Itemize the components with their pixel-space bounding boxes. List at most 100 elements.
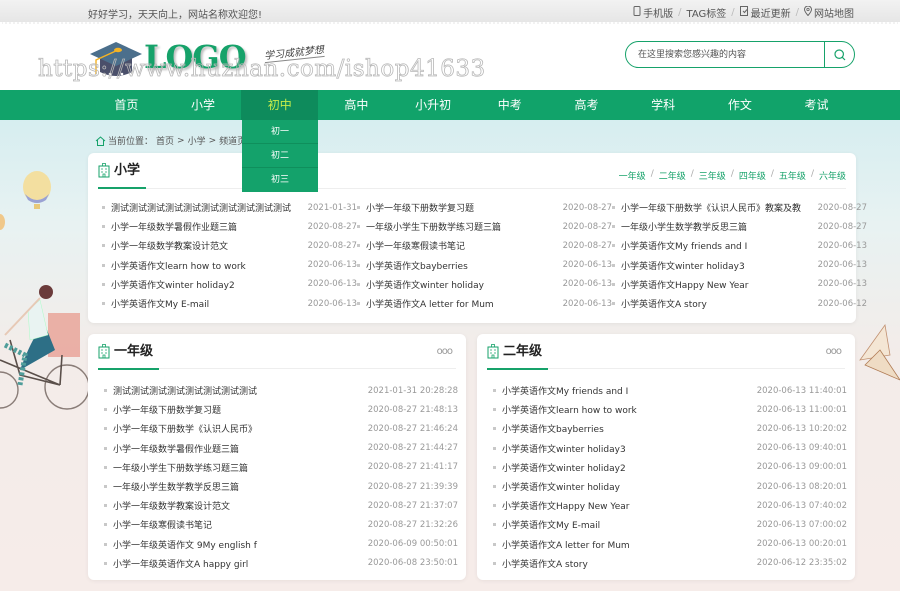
list-item[interactable]: 小学一年级寒假读书笔记 2020-08-27 <box>357 236 612 255</box>
list-item[interactable]: 小学英语作文winter holiday 2020-06-13 <box>357 275 612 294</box>
article-title-link[interactable]: 一年级小学生下册数学练习题三篇 <box>366 220 563 233</box>
article-title-link[interactable]: 小学英语作文Happy New Year <box>502 499 757 512</box>
list-item[interactable]: 小学一年级下册数学复习题 2020-08-27 <box>357 198 612 217</box>
more-icon[interactable]: ooo <box>437 346 453 357</box>
nav-item-gaokao[interactable]: 高考 <box>548 90 625 120</box>
list-item[interactable]: 小学英语作文winter holiday3 2020-06-13 <box>612 256 867 275</box>
article-title-link[interactable]: 小学一年级英语作文 9My english f <box>113 538 368 551</box>
nav-item-senior-high[interactable]: 高中 <box>318 90 395 120</box>
list-item[interactable]: 小学一年级寒假读书笔记 2020-08-27 21:32:26 <box>104 515 458 534</box>
grade-link-5[interactable]: 五年级 <box>779 169 806 182</box>
list-item[interactable]: 小学英语作文Happy New Year 2020-06-13 <box>612 275 867 294</box>
list-item[interactable]: 小学英语作文learn how to work 2020-06-13 11:00:… <box>493 400 847 419</box>
article-title-link[interactable]: 一年级小学生数学教学反思三篇 <box>113 480 368 493</box>
list-item[interactable]: 一年级小学生下册数学练习题三篇 2020-08-27 <box>357 217 612 236</box>
list-item[interactable]: 小学英语作文A story 2020-06-12 <box>612 294 867 313</box>
article-title-link[interactable]: 一年级小学生数学教学反思三篇 <box>621 220 818 233</box>
list-item[interactable]: 测试测试测试测试测试测试测试测试 2021-01-31 20:28:28 <box>104 381 458 400</box>
article-title-link[interactable]: 小学英语作文Happy New Year <box>621 278 818 291</box>
list-item[interactable]: 小学英语作文winter holiday 2020-06-13 08:20:01 <box>493 477 847 496</box>
grade-link-6[interactable]: 六年级 <box>819 169 846 182</box>
list-item[interactable]: 小学一年级数学教案设计范文 2020-08-27 21:37:07 <box>104 496 458 515</box>
article-title-link[interactable]: 小学英语作文learn how to work <box>111 259 308 272</box>
list-item[interactable]: 小学英语作文A story 2020-06-12 23:35:02 <box>493 554 847 573</box>
recent-updates-link[interactable]: 最近更新 <box>751 5 791 20</box>
list-item[interactable]: 测试测试测试测试测试测试测试测试测试测试 2021-01-31 <box>102 198 357 217</box>
list-item[interactable]: 小学一年级英语作文A happy girl 2020-06-08 23:50:01 <box>104 554 458 573</box>
breadcrumb-primary[interactable]: 小学 <box>188 134 206 147</box>
list-item[interactable]: 小学英语作文A letter for Mum 2020-06-13 <box>357 294 612 313</box>
list-item[interactable]: 小学英语作文My friends and I 2020-06-13 11:40:0… <box>493 381 847 400</box>
article-title-link[interactable]: 一年级小学生下册数学练习题三篇 <box>113 461 368 474</box>
list-item[interactable]: 小学英语作文My friends and I 2020-06-13 <box>612 236 867 255</box>
article-title-link[interactable]: 小学英语作文learn how to work <box>502 403 757 416</box>
list-item[interactable]: 小学英语作文My E-mail 2020-06-13 07:00:02 <box>493 515 847 534</box>
list-item[interactable]: 小学英语作文winter holiday3 2020-06-13 09:40:01 <box>493 439 847 458</box>
article-title-link[interactable]: 测试测试测试测试测试测试测试测试测试测试 <box>111 201 308 214</box>
nav-item-zhongkao[interactable]: 中考 <box>471 90 548 120</box>
list-item[interactable]: 小学一年级数学暑假作业题三篇 2020-08-27 21:44:27 <box>104 439 458 458</box>
article-title-link[interactable]: 小学英语作文My E-mail <box>111 297 308 310</box>
article-title-link[interactable]: 小学英语作文bayberries <box>502 422 757 435</box>
article-title-link[interactable]: 小学英语作文A story <box>502 557 757 570</box>
list-item[interactable]: 小学英语作文learn how to work 2020-06-13 <box>102 256 357 275</box>
article-title-link[interactable]: 小学一年级数学暑假作业题三篇 <box>113 442 368 455</box>
article-title-link[interactable]: 小学英语作文winter holiday2 <box>502 461 757 474</box>
article-title-link[interactable]: 小学英语作文winter holiday <box>366 278 563 291</box>
dropdown-item-grade8[interactable]: 初二 <box>242 144 318 168</box>
list-item[interactable]: 小学英语作文My E-mail 2020-06-13 <box>102 294 357 313</box>
nav-item-primary[interactable]: 小学 <box>165 90 242 120</box>
list-item[interactable]: 小学英语作文bayberries 2020-06-13 10:20:02 <box>493 419 847 438</box>
list-item[interactable]: 小学英语作文winter holiday2 2020-06-13 <box>102 275 357 294</box>
article-title-link[interactable]: 小学一年级下册数学《认识人民币》 <box>113 422 368 435</box>
grade-link-3[interactable]: 三年级 <box>699 169 726 182</box>
article-title-link[interactable]: 小学英语作文My friends and I <box>502 384 757 397</box>
list-item[interactable]: 小学一年级下册数学《认识人民币》 2020-08-27 21:46:24 <box>104 419 458 438</box>
list-item[interactable]: 一年级小学生数学教学反思三篇 2020-08-27 <box>612 217 867 236</box>
nav-item-primary-to-junior[interactable]: 小升初 <box>395 90 472 120</box>
grade-link-4[interactable]: 四年级 <box>739 169 766 182</box>
sitemap-link[interactable]: 网站地图 <box>814 5 854 20</box>
article-title-link[interactable]: 小学一年级下册数学《认识人民币》教案及教 <box>621 201 818 214</box>
article-title-link[interactable]: 小学一年级数学教案设计范文 <box>111 239 308 252</box>
more-icon[interactable]: ooo <box>826 346 842 357</box>
list-item[interactable]: 小学英语作文bayberries 2020-06-13 <box>357 256 612 275</box>
mobile-version-link[interactable]: 手机版 <box>643 5 673 20</box>
list-item[interactable]: 小学英语作文winter holiday2 2020-06-13 09:00:01 <box>493 458 847 477</box>
list-item[interactable]: 小学一年级英语作文 9My english f 2020-06-09 00:50:… <box>104 535 458 554</box>
article-title-link[interactable]: 小学一年级数学教案设计范文 <box>113 499 368 512</box>
article-title-link[interactable]: 小学英语作文bayberries <box>366 259 563 272</box>
article-title-link[interactable]: 小学一年级数学暑假作业题三篇 <box>111 220 308 233</box>
article-title-link[interactable]: 小学英语作文winter holiday <box>502 480 757 493</box>
logo[interactable]: LOGO 学习成就梦想 <box>88 34 348 82</box>
list-item[interactable]: 小学一年级下册数学复习题 2020-08-27 21:48:13 <box>104 400 458 419</box>
article-title-link[interactable]: 小学一年级寒假读书笔记 <box>366 239 563 252</box>
list-item[interactable]: 小学英语作文A letter for Mum 2020-06-13 00:20:0… <box>493 535 847 554</box>
dropdown-item-grade9[interactable]: 初三 <box>242 168 318 192</box>
search-input[interactable] <box>626 42 824 67</box>
list-item[interactable]: 小学英语作文Happy New Year 2020-06-13 07:40:02 <box>493 496 847 515</box>
list-item[interactable]: 一年级小学生数学教学反思三篇 2020-08-27 21:39:39 <box>104 477 458 496</box>
dropdown-item-grade7[interactable]: 初一 <box>242 120 318 144</box>
article-title-link[interactable]: 小学英语作文winter holiday3 <box>621 259 818 272</box>
article-title-link[interactable]: 小学一年级英语作文A happy girl <box>113 557 368 570</box>
list-item[interactable]: 小学一年级下册数学《认识人民币》教案及教 2020-08-27 <box>612 198 867 217</box>
article-title-link[interactable]: 小学英语作文winter holiday3 <box>502 442 757 455</box>
search-button[interactable] <box>824 42 854 67</box>
list-item[interactable]: 小学一年级数学暑假作业题三篇 2020-08-27 <box>102 217 357 236</box>
article-title-link[interactable]: 小学英语作文My friends and I <box>621 239 818 252</box>
nav-item-home[interactable]: 首页 <box>88 90 165 120</box>
nav-item-subjects[interactable]: 学科 <box>625 90 702 120</box>
list-item[interactable]: 一年级小学生下册数学练习题三篇 2020-08-27 21:41:17 <box>104 458 458 477</box>
grade-link-1[interactable]: 一年级 <box>619 169 646 182</box>
article-title-link[interactable]: 小学一年级下册数学复习题 <box>113 403 368 416</box>
nav-item-junior-high[interactable]: 初中 <box>241 90 319 120</box>
article-title-link[interactable]: 小学一年级下册数学复习题 <box>366 201 563 214</box>
nav-item-essay[interactable]: 作文 <box>702 90 779 120</box>
article-title-link[interactable]: 小学英语作文A letter for Mum <box>502 538 757 551</box>
breadcrumb-home[interactable]: 首页 <box>156 134 174 147</box>
article-title-link[interactable]: 小学英语作文winter holiday2 <box>111 278 308 291</box>
article-title-link[interactable]: 测试测试测试测试测试测试测试测试 <box>113 384 368 397</box>
article-title-link[interactable]: 小学英语作文My E-mail <box>502 518 757 531</box>
list-item[interactable]: 小学一年级数学教案设计范文 2020-08-27 <box>102 236 357 255</box>
